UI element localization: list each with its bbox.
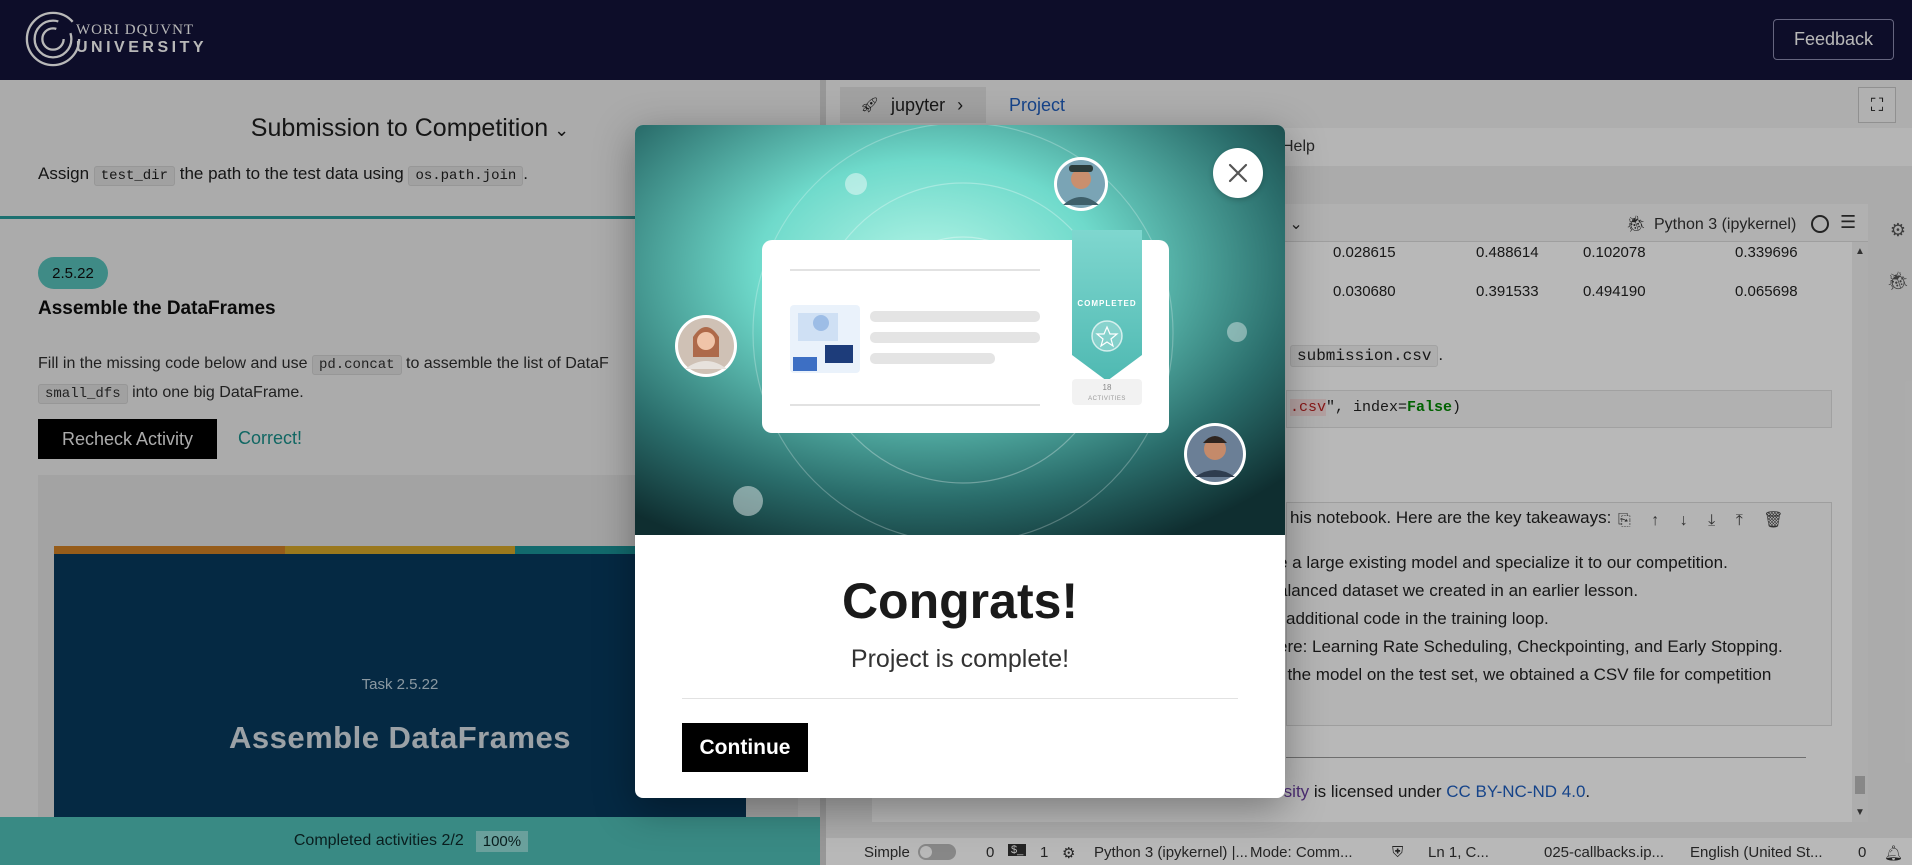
avatar [675, 315, 737, 377]
close-icon [1228, 163, 1248, 183]
continue-button[interactable]: Continue [682, 723, 808, 772]
celebration-illustration: COMPLETED 18 ACTIVITIES [635, 125, 1285, 535]
modal-heading: Congrats! [841, 573, 1079, 629]
avatar [1054, 157, 1108, 211]
avatar [1184, 423, 1246, 485]
modal-divider [682, 698, 1238, 699]
activities-count: 18 [1103, 383, 1112, 392]
modal-subtitle: Project is complete! [850, 645, 1070, 673]
close-modal-button[interactable] [1213, 148, 1263, 198]
congrats-modal: COMPLETED 18 ACTIVITIES Congrats! Projec… [635, 125, 1285, 798]
completed-ribbon-label: COMPLETED [1077, 299, 1136, 308]
activities-label: ACTIVITIES [1088, 396, 1126, 402]
